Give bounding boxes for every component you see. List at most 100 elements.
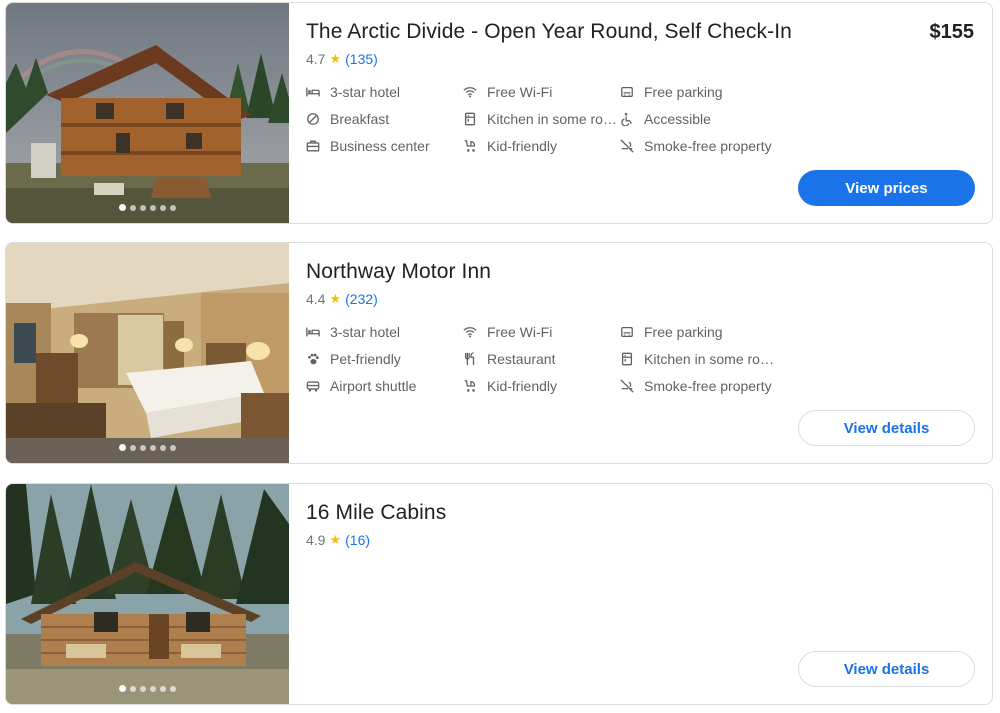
carousel-dot[interactable] [140,685,146,692]
review-count-link[interactable]: (16) [345,532,370,548]
amenity-label: Pet-friendly [330,351,401,367]
amenities-list: 3-star hotel Free Wi-Fi Free parking Pet-fr… [306,323,786,395]
no-smoking-icon [620,139,634,153]
carousel-dot[interactable] [150,685,156,692]
amenity-item: Airport shuttle [306,377,463,395]
amenity-label: Kid-friendly [487,138,558,154]
review-count-link[interactable]: (232) [345,291,378,307]
amenity-label: Restaurant [487,351,556,367]
amenity-label: Smoke-free property [644,138,772,154]
amenity-item: Kid-friendly [463,137,620,155]
star-icon: ★ [329,51,342,66]
carousel-dot[interactable] [119,444,126,451]
amenity-item: Breakfast [306,110,463,128]
hotel-name[interactable]: The Arctic Divide - Open Year Round, Sel… [306,20,792,44]
shuttle-icon [306,379,320,393]
carousel-dot[interactable] [119,685,126,692]
amenity-item: Kitchen in some roo… [463,110,620,128]
amenity-label: Kid-friendly [487,378,558,394]
accessible-icon [620,112,634,126]
kitchen-icon [620,352,634,366]
carousel-dot[interactable] [140,204,146,211]
carousel-dot[interactable] [170,204,176,211]
rating-value: 4.9 [306,532,326,548]
carousel-dot[interactable] [140,444,146,451]
hotel-card[interactable]: 16 Mile Cabins 4.9 ★ (16) View details [5,483,993,705]
carousel-dot[interactable] [160,204,166,211]
stroller-icon [463,379,477,393]
carousel-dot[interactable] [130,685,136,692]
carousel-dot[interactable] [160,444,166,451]
log-house-image [6,3,289,223]
amenity-item: Accessible [620,110,777,128]
carousel-dot[interactable] [160,685,166,692]
amenity-label: Kitchen in some roo… [644,351,776,367]
amenity-item: 3-star hotel [306,83,463,101]
hotel-info: Northway Motor Inn 4.4 ★ (232) 3-star ho… [306,243,992,463]
photo-carousel-dots[interactable] [6,204,289,211]
log-cabin-image [6,484,289,704]
carousel-dot[interactable] [150,204,156,211]
amenity-label: 3-star hotel [330,324,401,340]
rating-value: 4.7 [306,51,326,67]
hotel-icon [306,325,320,339]
amenity-item: Business center [306,137,463,155]
hotel-name[interactable]: 16 Mile Cabins [306,501,446,525]
amenity-label: Free parking [644,84,723,100]
hotel-card[interactable]: The Arctic Divide - Open Year Round, Sel… [5,2,993,224]
view-details-button[interactable]: View details [798,410,975,446]
photo-carousel-dots[interactable] [6,685,289,692]
amenity-item: Restaurant [463,350,620,368]
amenity-item: Kitchen in some roo… [620,350,777,368]
hotel-rating: 4.9 ★ (16) [306,532,370,548]
amenity-item: Pet-friendly [306,350,463,368]
amenity-label: Smoke-free property [644,378,772,394]
parking-icon [620,85,634,99]
amenity-item: Free Wi-Fi [463,323,620,341]
carousel-dot[interactable] [119,204,126,211]
amenity-item: Free parking [620,323,777,341]
amenity-label: Free parking [644,324,723,340]
star-icon: ★ [329,532,342,547]
hotel-rating: 4.7 ★ (135) [306,51,378,67]
amenity-label: Free Wi-Fi [487,84,553,100]
amenity-item: Free parking [620,83,777,101]
wifi-icon [463,85,477,99]
amenity-label: Business center [330,138,430,154]
briefcase-icon [306,139,320,153]
hotel-name[interactable]: Northway Motor Inn [306,260,491,284]
photo-carousel-dots[interactable] [6,444,289,451]
carousel-dot[interactable] [150,444,156,451]
amenities-list: 3-star hotel Free Wi-Fi Free parking Breakf… [306,83,786,155]
hotel-photo[interactable] [6,3,289,223]
paw-icon [306,352,320,366]
hotel-rating: 4.4 ★ (232) [306,291,378,307]
amenity-label: Breakfast [330,111,390,127]
hotel-icon [306,85,320,99]
wifi-icon [463,325,477,339]
hotel-photo[interactable] [6,484,289,704]
amenity-item: Free Wi-Fi [463,83,620,101]
carousel-dot[interactable] [130,204,136,211]
no-icon [306,112,320,126]
carousel-dot[interactable] [170,444,176,451]
no-smoking-icon [620,379,634,393]
hotel-card[interactable]: Northway Motor Inn 4.4 ★ (232) 3-star ho… [5,242,993,464]
amenity-label: Accessible [644,111,711,127]
amenity-item: Kid-friendly [463,377,620,395]
carousel-dot[interactable] [170,685,176,692]
restaurant-icon [463,352,477,366]
view-prices-button[interactable]: View prices [798,170,975,206]
parking-icon [620,325,634,339]
amenity-label: Airport shuttle [330,378,417,394]
amenity-label: Kitchen in some roo… [487,111,619,127]
hotel-photo[interactable] [6,243,289,463]
carousel-dot[interactable] [130,444,136,451]
review-count-link[interactable]: (135) [345,51,378,67]
view-details-button[interactable]: View details [798,651,975,687]
hotel-info: 16 Mile Cabins 4.9 ★ (16) View details [306,484,992,704]
kitchen-icon [463,112,477,126]
hotel-room-image [6,243,289,463]
amenity-label: 3-star hotel [330,84,401,100]
amenity-item: Smoke-free property [620,137,777,155]
